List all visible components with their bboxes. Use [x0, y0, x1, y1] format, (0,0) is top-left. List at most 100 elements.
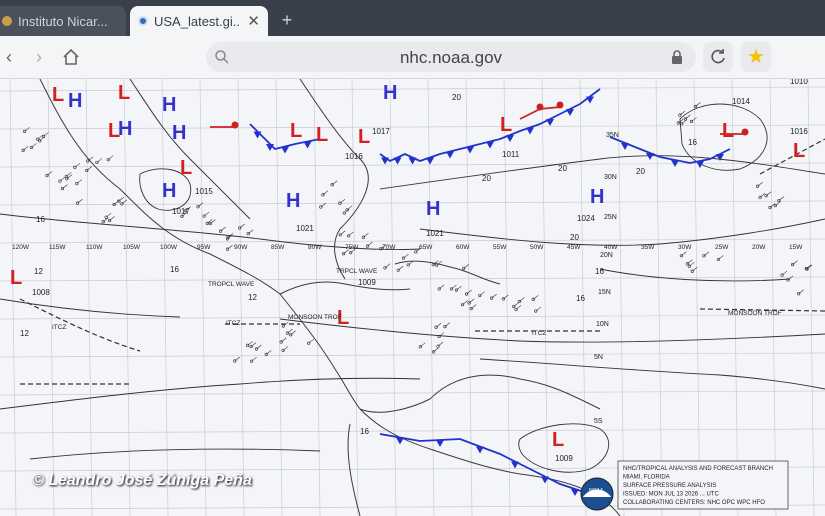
low-pressure-label: L [52, 84, 64, 106]
weather-map-page: L L L L L L L L L L L L L H H H H H H H H H 1010 1014 1016 1011 10… [0, 79, 825, 516]
latitude-label: 35N [606, 132, 619, 139]
latitude-label: 5S [594, 418, 603, 425]
pressure-value-label: 1021 [296, 224, 314, 233]
home-icon [63, 48, 79, 65]
isobar-value-label: 20 [452, 93, 461, 102]
tab-usa-latest[interactable]: USA_latest.gi... ✕ [130, 6, 268, 36]
low-pressure-label: L [316, 124, 328, 146]
pressure-value-label: 1009 [555, 454, 573, 463]
lock-icon [672, 50, 682, 64]
low-pressure-label: L [290, 120, 302, 142]
latitude-label: 5N [594, 354, 603, 361]
low-pressure-label: L [10, 267, 22, 289]
back-button[interactable]: ‹ [0, 44, 22, 70]
isobar-value-label: 20 [570, 233, 579, 242]
longitude-label: 85W [271, 244, 285, 251]
isobar-value-label: 16 [595, 267, 604, 276]
low-pressure-label: L [722, 120, 734, 142]
isobar-value-label: 16 [576, 294, 585, 303]
high-pressure-label: H [172, 122, 186, 144]
longitude-label: 20W [752, 244, 766, 251]
longitude-label: 45W [567, 244, 581, 251]
isobar-value-label: 20 [636, 167, 645, 176]
feature-label: ITCZ [226, 320, 240, 327]
high-pressure-label: H [68, 90, 82, 112]
latitude-label: 15N [598, 289, 611, 296]
bookmark-button[interactable]: ★ [741, 42, 771, 72]
feature-label: MONSOON TROF [728, 310, 782, 317]
latitude-label: 25N [604, 214, 617, 221]
pressure-value-label: 1021 [426, 229, 444, 238]
home-button[interactable] [58, 44, 84, 70]
legend-text: NHC/TROPICAL ANALYSIS AND FORECAST BRANC… [623, 466, 773, 472]
reload-button[interactable] [703, 42, 733, 72]
high-pressure-label: H [162, 180, 176, 202]
isobar-value-label: 12 [248, 293, 257, 302]
noaa-logo-text: NOAA [589, 488, 604, 494]
pressure-value-label: 1017 [172, 207, 190, 216]
warm-front-semicircle [741, 128, 749, 136]
high-pressure-label: H [426, 198, 440, 220]
feature-label: MONSOON TROF [288, 314, 342, 321]
reload-icon [711, 49, 725, 64]
legend-text: ISSUED: MON JUL 13 2026 ... UTC [623, 492, 719, 498]
longitude-label: 60W [456, 244, 470, 251]
longitude-label: 115W [49, 244, 66, 251]
low-pressure-label: L [118, 82, 130, 104]
longitude-label: 105W [123, 244, 141, 251]
surface-analysis-map: L LLLL L LL LLLLLHHHHHHH HH101010141016101110… [0, 79, 825, 516]
low-pressure-label: L [500, 114, 512, 136]
photo-watermark: © Leandro José Zúniga Peña [32, 472, 252, 489]
legend-text: COLLABORATING CENTERS: NHC OPC WPC HFO [623, 500, 765, 506]
legend-text: MIAMI, FLORIDA [623, 475, 670, 481]
isobar-value-label: 20 [482, 174, 491, 183]
low-pressure-label: L [358, 126, 370, 148]
longitude-label: 30W [678, 244, 692, 251]
forward-button[interactable]: › [26, 44, 52, 70]
high-pressure-label: H [383, 82, 397, 104]
close-tab-icon[interactable]: ✕ [247, 12, 260, 30]
new-tab-button[interactable]: + [274, 8, 300, 32]
isobar-value-label: 16 [36, 215, 45, 224]
isobar-value-label: 12 [34, 267, 43, 276]
longitude-label: 50W [530, 244, 544, 251]
feature-label: ITCZ [52, 324, 66, 331]
longitude-label: 55W [493, 244, 507, 251]
address-bar[interactable]: nhc.noaa.gov [206, 42, 696, 72]
globe-icon [2, 16, 12, 26]
longitude-label: 15W [789, 244, 803, 251]
feature-label: TROPCL WAVE [208, 281, 255, 288]
longitude-label: 35W [641, 244, 655, 251]
latitude-label: 10N [596, 321, 609, 328]
low-pressure-label: L [552, 429, 564, 451]
longitude-label: 110W [86, 244, 103, 251]
longitude-label: 90W [234, 244, 248, 251]
isobar-value-label: 20 [558, 164, 567, 173]
longitude-label: 25W [715, 244, 729, 251]
tab-instituto[interactable]: Instituto Nicar... [0, 6, 126, 36]
high-pressure-label: H [162, 94, 176, 116]
low-pressure-label: L [793, 140, 805, 162]
high-pressure-label: H [590, 186, 604, 208]
longitude-label: 120W [12, 244, 30, 251]
longitude-label: 70W [382, 244, 396, 251]
star-icon: ★ [747, 46, 765, 68]
longitude-label: 40W [604, 244, 618, 251]
pressure-value-label: 1008 [32, 288, 50, 297]
pressure-value-label: 1017 [372, 127, 390, 136]
feature-label: ITCZ [532, 330, 546, 337]
feature-label: TRPCL WAVE [336, 268, 378, 275]
warm-front-semicircle [536, 103, 544, 111]
longitude-label: 75W [345, 244, 359, 251]
low-pressure-label: L [180, 157, 192, 179]
high-pressure-label: H [286, 190, 300, 212]
longitude-label: 65W [419, 244, 433, 251]
longitude-label: 80W [308, 244, 322, 251]
pressure-value-label: 1024 [577, 214, 595, 223]
url-text: nhc.noaa.gov [399, 48, 503, 67]
longitude-label: 95W [197, 244, 211, 251]
latitude-label: 20N [600, 252, 613, 259]
tab-title: Instituto Nicar... [18, 13, 108, 29]
pressure-value-label: 1014 [732, 97, 750, 106]
tab-title: USA_latest.gi... [154, 13, 242, 29]
